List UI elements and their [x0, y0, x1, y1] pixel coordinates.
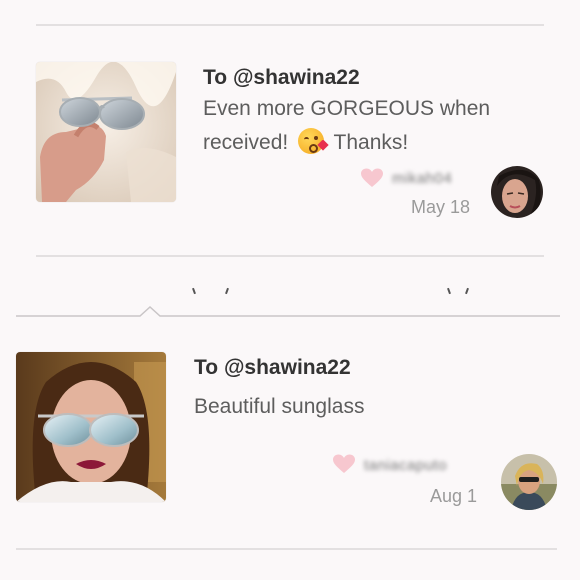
decorative-mark	[465, 287, 469, 295]
sunglasses-on-fur-image	[36, 62, 176, 202]
decorative-mark	[447, 287, 451, 295]
review-recipient: To @shawina22	[203, 66, 360, 90]
reviewer-username[interactable]: taniacaputo	[364, 457, 447, 474]
bottom-divider	[16, 548, 557, 550]
avatar-image	[501, 454, 557, 510]
heart-icon[interactable]	[360, 166, 384, 190]
reviewer-username[interactable]: mikah04	[392, 170, 452, 187]
to-label: To	[194, 356, 219, 379]
review-message: Even more GORGEOUS when received! Thanks…	[203, 92, 543, 160]
kissing-face-emoji-icon	[298, 128, 329, 154]
product-photo[interactable]	[36, 62, 176, 202]
section-divider	[36, 255, 544, 257]
decorative-mark	[192, 287, 196, 295]
recipient-handle[interactable]: @shawina22	[224, 356, 351, 379]
review-card: To @shawina22 Beautiful sunglass taniaca…	[0, 318, 580, 558]
reviewer-avatar[interactable]	[491, 166, 543, 218]
review-recipient: To @shawina22	[194, 356, 351, 380]
review-date: May 18	[411, 197, 471, 217]
review-date: Aug 1	[430, 486, 478, 506]
avatar-image	[491, 166, 543, 218]
reviewer-avatar[interactable]	[501, 454, 557, 510]
message-text: Even more GORGEOUS when	[203, 97, 491, 120]
woman-wearing-sunglasses-image	[16, 352, 166, 502]
product-photo[interactable]	[16, 352, 166, 502]
review-message: Beautiful sunglass	[194, 395, 365, 418]
to-label: To	[203, 66, 228, 89]
heart-icon[interactable]	[332, 452, 356, 476]
decorative-mark	[225, 287, 229, 295]
recipient-handle[interactable]: @shawina22	[233, 66, 360, 89]
message-text: Thanks!	[333, 131, 409, 154]
review-card: To @shawina22 Even more GORGEOUS when re…	[0, 0, 580, 260]
message-text: received!	[203, 131, 289, 154]
pointer-divider	[16, 305, 560, 317]
